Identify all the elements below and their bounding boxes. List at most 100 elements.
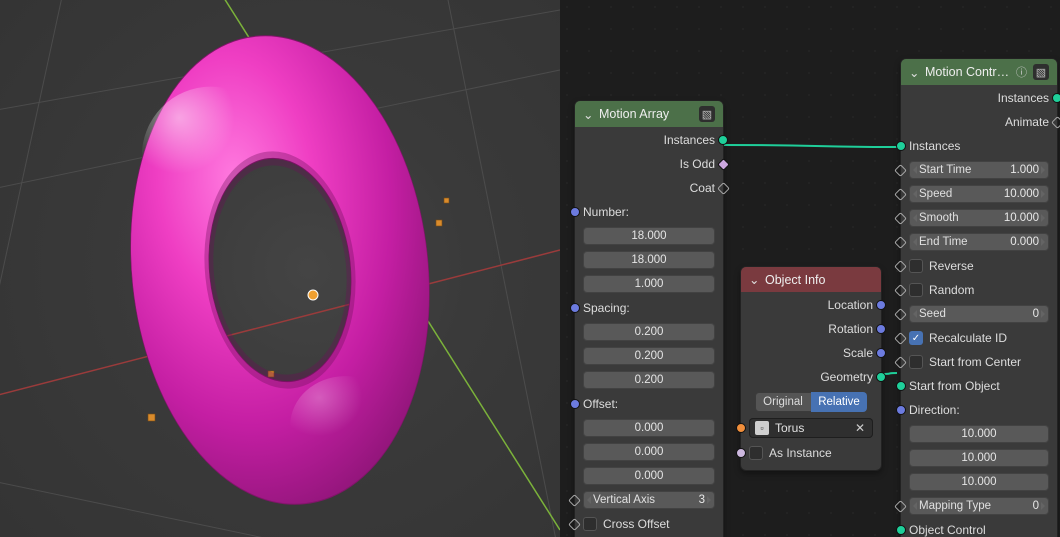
transform-space-toggle[interactable]: Original Relative [755, 392, 867, 412]
out-location: Location [741, 294, 881, 316]
socket-vec-in[interactable] [570, 303, 580, 313]
dir-z-field[interactable]: 10.000 [909, 473, 1049, 491]
row-random: Random [901, 279, 1057, 301]
node-header[interactable]: ⌄ Motion Contro... ⓘ ▧ [901, 59, 1057, 85]
out-scale: Scale [741, 342, 881, 364]
out-geometry: Geometry [741, 366, 881, 388]
socket-bool-in[interactable] [894, 332, 907, 345]
out-coat: Coat [575, 177, 723, 199]
label-number: Number: [575, 201, 723, 223]
speed-field[interactable]: Speed 10.000 [909, 185, 1049, 203]
spacing-y-field[interactable]: 0.200 [583, 347, 715, 365]
spacing-x-field[interactable]: 0.200 [583, 323, 715, 341]
number-z-field[interactable]: 1.000 [583, 275, 715, 293]
app-root: ⌄ Motion Array ▧ Instances Is Odd Coat [0, 0, 1060, 537]
random-checkbox[interactable] [909, 283, 923, 297]
object-selector[interactable]: ▫ Torus ✕ [749, 418, 873, 438]
offset-z-field[interactable]: 0.000 [583, 467, 715, 485]
out-is-odd: Is Odd [575, 153, 723, 175]
start-time-field[interactable]: Start Time 1.000 [909, 161, 1049, 179]
start-center-checkbox[interactable] [909, 355, 923, 369]
socket-geometry-in[interactable] [896, 381, 906, 391]
row-reverse: Reverse [901, 255, 1057, 277]
info-icon[interactable]: ⓘ [1016, 64, 1027, 80]
socket-bool-in[interactable] [894, 260, 907, 273]
object-torus[interactable] [108, 21, 452, 519]
socket-object-in[interactable] [736, 423, 746, 433]
socket-int-in[interactable] [894, 308, 907, 321]
socket-out-coat[interactable] [717, 182, 730, 195]
node-header[interactable]: ⌄ Motion Array ▧ [575, 101, 723, 127]
node-group-icon[interactable]: ▧ [699, 106, 715, 122]
toggle-relative[interactable]: Relative [811, 392, 867, 412]
node-body: Instances Is Odd Coat Number: 18.000 18.… [575, 127, 723, 537]
out-animate: Animate [901, 111, 1057, 133]
socket-vec-out[interactable] [876, 348, 886, 358]
seed-field[interactable]: Seed 0 [909, 305, 1049, 323]
node-motion-control[interactable]: ⌄ Motion Contro... ⓘ ▧ Instances Animate… [900, 58, 1058, 537]
toggle-original[interactable]: Original [755, 392, 811, 412]
node-editor[interactable]: ⌄ Motion Array ▧ Instances Is Odd Coat [560, 0, 1060, 537]
socket-float-in[interactable] [894, 164, 907, 177]
label-offset: Offset: [575, 393, 723, 415]
node-body: Instances Animate Instances Start Time 1… [901, 85, 1057, 537]
socket-float-in[interactable] [894, 236, 907, 249]
object-name: Torus [775, 421, 845, 435]
offset-x-field[interactable]: 0.000 [583, 419, 715, 437]
row-seed: Seed 0 [901, 303, 1057, 325]
node-motion-array[interactable]: ⌄ Motion Array ▧ Instances Is Odd Coat [574, 100, 724, 537]
reverse-checkbox[interactable] [909, 259, 923, 273]
node-group-icon[interactable]: ▧ [1033, 64, 1049, 80]
as-instance-checkbox[interactable] [749, 446, 763, 460]
socket-float-in[interactable] [894, 188, 907, 201]
socket-bool-in[interactable] [894, 284, 907, 297]
vertical-axis-field[interactable]: Vertical Axis 3 [583, 491, 715, 509]
dir-y-field[interactable]: 10.000 [909, 449, 1049, 467]
cross-offset-checkbox[interactable] [583, 517, 597, 531]
node-body: Location Rotation Scale Geometry Origina… [741, 292, 881, 470]
row-object-control: Object Control [901, 519, 1057, 537]
viewport-canvas [0, 0, 560, 537]
smooth-field[interactable]: Smooth 10.000 [909, 209, 1049, 227]
clear-icon[interactable]: ✕ [851, 421, 869, 435]
label-direction: Direction: [901, 399, 1057, 421]
out-instances: Instances [575, 129, 723, 151]
socket-int-in[interactable] [894, 500, 907, 513]
mapping-type-field[interactable]: Mapping Type 0 [909, 497, 1049, 515]
socket-bool-in[interactable] [568, 518, 581, 531]
offset-y-field[interactable]: 0.000 [583, 443, 715, 461]
socket-vec-out[interactable] [876, 324, 886, 334]
spacing-z-field[interactable]: 0.200 [583, 371, 715, 389]
socket-vec-in[interactable] [896, 405, 906, 415]
socket-vec-out[interactable] [876, 300, 886, 310]
socket-float-in[interactable] [894, 212, 907, 225]
socket-vec-in[interactable] [570, 399, 580, 409]
row-start-object: Start from Object [901, 375, 1057, 397]
node-header[interactable]: ⌄ Object Info [741, 267, 881, 292]
socket-geo-in[interactable] [896, 525, 906, 535]
socket-geometry-out[interactable] [1052, 93, 1060, 103]
socket-geometry-out[interactable] [718, 135, 728, 145]
dir-x-field[interactable]: 10.000 [909, 425, 1049, 443]
chevron-down-icon[interactable]: ⌄ [749, 272, 759, 287]
end-time-field[interactable]: End Time 0.000 [909, 233, 1049, 251]
socket-geometry-out[interactable] [876, 372, 886, 382]
chevron-down-icon[interactable]: ⌄ [583, 107, 593, 122]
socket-geometry-in[interactable] [896, 141, 906, 151]
recalc-checkbox[interactable]: ✓ [909, 331, 923, 345]
number-y-field[interactable]: 18.000 [583, 251, 715, 269]
socket-bool-in[interactable] [736, 448, 746, 458]
socket-bool-in[interactable] [894, 356, 907, 369]
node-object-info[interactable]: ⌄ Object Info Location Rotation Scale Ge… [740, 266, 882, 471]
row-recalc: ✓ Recalculate ID [901, 327, 1057, 349]
cursor-3d [308, 290, 318, 300]
socket-bool-out[interactable] [717, 158, 730, 171]
socket-out-animate[interactable] [1051, 116, 1060, 129]
node-title: Object Info [765, 273, 873, 287]
number-x-field[interactable]: 18.000 [583, 227, 715, 245]
socket-int-in[interactable] [568, 494, 581, 507]
node-title: Motion Contro... [925, 65, 1010, 79]
socket-vec-in[interactable] [570, 207, 580, 217]
chevron-down-icon[interactable]: ⌄ [909, 65, 919, 80]
viewport-3d[interactable] [0, 0, 560, 537]
